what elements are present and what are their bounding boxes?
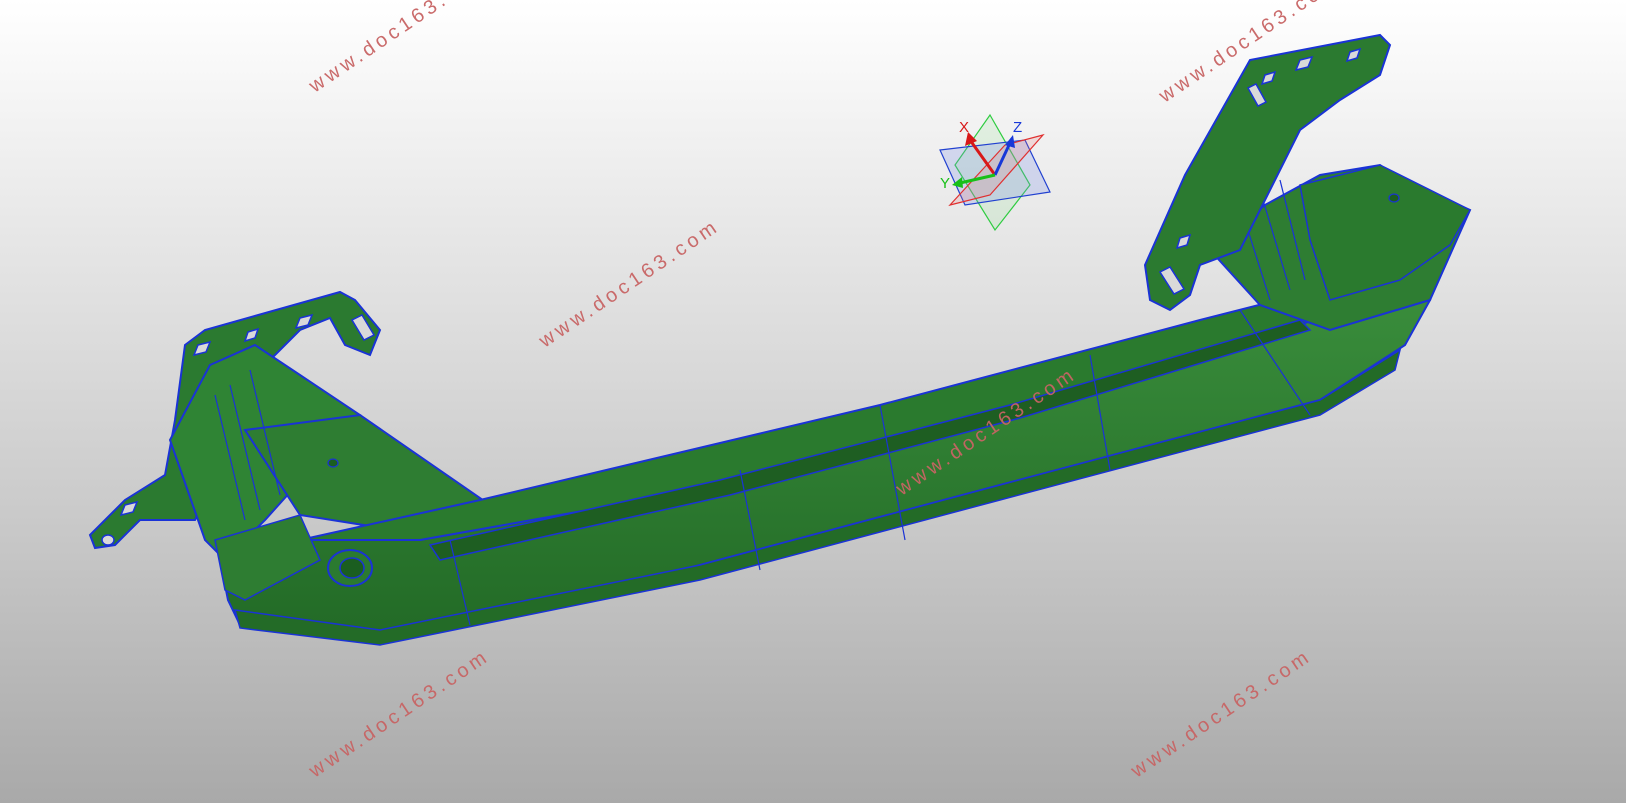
right-crash-box-face <box>1299 164 1472 301</box>
right-crash-box-hole <box>1388 193 1400 203</box>
y-axis-label: Y <box>940 175 950 192</box>
left-bracket-round-hole <box>101 534 115 546</box>
x-axis-label: X <box>959 119 969 136</box>
coordinate-triad[interactable]: X Z Y <box>935 110 1055 235</box>
tow-hook-boss-inner <box>339 557 365 579</box>
bumper-beam-model[interactable] <box>0 0 1626 803</box>
z-axis-label: Z <box>1013 119 1022 136</box>
cad-viewport[interactable]: X Z Y www.doc163.com www.doc163.com www.… <box>0 0 1626 803</box>
left-crash-box-hole <box>327 458 339 468</box>
